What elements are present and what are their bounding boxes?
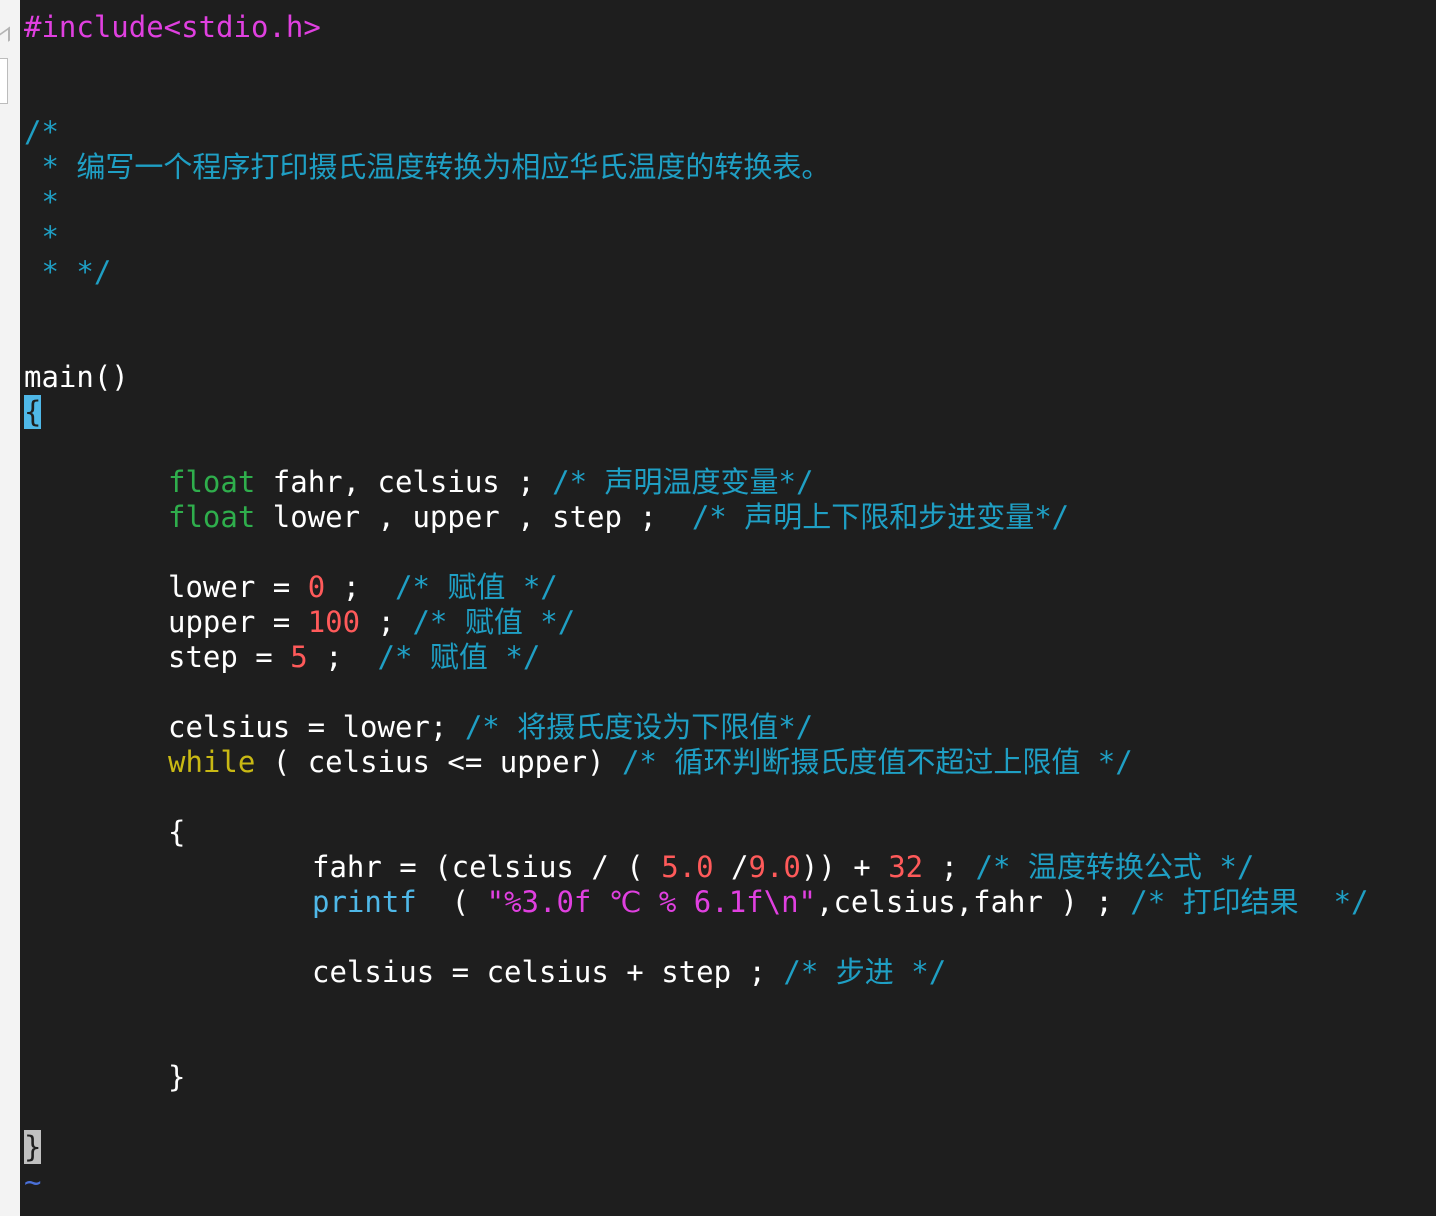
code-line-5: * 编写一个程序打印摄氏温度转换为相应华氏温度的转换表。 (24, 150, 830, 185)
edge-scroll-handle[interactable] (0, 58, 8, 104)
comment: /* 温度转换公式 */ (975, 850, 1255, 884)
code-line-11: main() (24, 360, 129, 395)
preprocessor-directive: #include<stdio.h> (24, 10, 321, 44)
code-line-12: { (24, 395, 42, 430)
code-text: celsius = lower; (168, 710, 465, 744)
code-text: ; (923, 850, 976, 884)
comment: /* 打印结果 */ (1130, 885, 1369, 919)
code-line-8: * */ (24, 255, 111, 290)
comment: * (24, 185, 59, 219)
type-keyword: float (168, 500, 256, 534)
code-line-6: * (24, 185, 59, 220)
code-editor[interactable]: #include<stdio.h> /* * 编写一个程序打印摄氏温度转换为相应… (20, 0, 1436, 1216)
code-line-15: float lower , upper , step ; /* 声明上下限和步进… (168, 500, 1069, 535)
code-text: / (713, 850, 749, 884)
number-literal: 0 (307, 570, 326, 604)
code-line-34: ~ (24, 1165, 41, 1200)
comment: /* 将摄氏度设为下限值*/ (464, 710, 814, 744)
code-text: lower , upper , step ; (255, 500, 692, 534)
comment: * (24, 220, 59, 254)
while-keyword: while (168, 745, 256, 779)
comment: /* 赋值 */ (412, 605, 576, 639)
number-literal: 100 (307, 605, 361, 639)
code-line-21: celsius = lower; /* 将摄氏度设为下限值*/ (168, 710, 813, 745)
code-text: )) + (800, 850, 889, 884)
code-line-1: #include<stdio.h> (24, 10, 321, 45)
comment: /* 赋值 */ (395, 570, 558, 604)
comment: /* 声明上下限和步进变量*/ (691, 500, 1070, 534)
code-line-4: /* (24, 115, 59, 150)
matched-brace: } (24, 1130, 42, 1164)
code-text: upper = (168, 605, 308, 639)
code-text: ; (307, 640, 378, 674)
code-line-18: upper = 100 ; /* 赋值 */ (168, 605, 575, 640)
code-text: lower = (168, 570, 308, 604)
code-text: fahr = (celsius / ( (312, 850, 662, 884)
number-literal: 5.0 (661, 850, 714, 884)
code-line-22: while ( celsius <= upper) /* 循环判断摄氏度值不超过… (168, 745, 1133, 780)
code-line-28: celsius = celsius + step ; /* 步进 */ (312, 955, 946, 990)
code-text: celsius = celsius + step ; (312, 955, 784, 989)
code-line-17: lower = 0 ; /* 赋值 */ (168, 570, 558, 605)
comment: /* 声明温度变量*/ (552, 465, 814, 499)
code-line-19: step = 5 ; /* 赋值 */ (168, 640, 540, 675)
code-line-24: { (168, 815, 185, 850)
type-keyword: float (168, 465, 256, 499)
edge-arrow-icon (0, 26, 10, 48)
code-text: ; (360, 605, 413, 639)
number-literal: 32 (888, 850, 924, 884)
comment: * 编写一个程序打印摄氏温度转换为相应华氏温度的转换表。 (24, 150, 831, 184)
code-text: ; (325, 570, 395, 604)
comment: * */ (24, 255, 112, 289)
number-literal: 5 (290, 640, 308, 674)
code-text: ( celsius <= upper) (255, 745, 622, 779)
code-text: fahr, celsius ; (255, 465, 553, 499)
cursor-brace: { (24, 395, 42, 429)
open-brace: { (168, 815, 186, 849)
code-line-26: printf ( "%3.0f ℃ % 6.1f\n",celsius,fahr… (312, 885, 1369, 920)
comment: /* 步进 */ (783, 955, 947, 989)
code-line-31: } (168, 1060, 185, 1095)
close-brace: } (168, 1060, 186, 1094)
empty-line-tilde: ~ (24, 1165, 42, 1199)
comment: /* (24, 115, 59, 149)
number-literal: 9.0 (748, 850, 801, 884)
function-name: printf (312, 885, 417, 919)
left-window-edge (0, 0, 21, 1216)
comment: /* 赋值 */ (377, 640, 541, 674)
code-line-14: float fahr, celsius ; /* 声明温度变量*/ (168, 465, 813, 500)
comment: /* 循环判断摄氏度值不超过上限值 */ (621, 745, 1133, 779)
code-text: ,celsius,fahr ) ; (816, 885, 1131, 919)
code-text: step = (168, 640, 291, 674)
code-line-7: * (24, 220, 59, 255)
code-line-33: } (24, 1130, 42, 1165)
code-text: ( (416, 885, 487, 919)
string-literal: "%3.0f ℃ % 6.1f\n" (486, 885, 816, 919)
code-line-25: fahr = (celsius / ( 5.0 /9.0)) + 32 ; /*… (312, 850, 1254, 885)
function-signature: main() (24, 360, 129, 394)
